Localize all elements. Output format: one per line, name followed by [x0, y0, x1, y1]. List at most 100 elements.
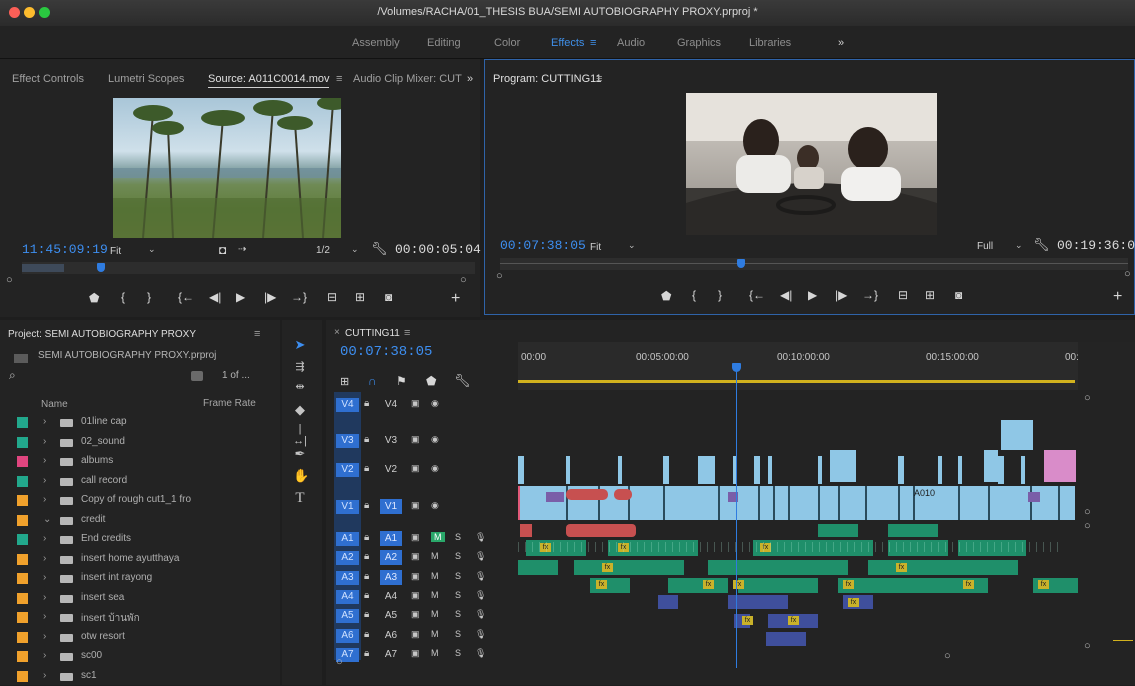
search-icon[interactable]: ⌕ — [9, 368, 16, 383]
clip-v1-cut[interactable] — [773, 486, 775, 520]
clip-v2[interactable] — [518, 456, 524, 484]
sequence-tab-menu-icon[interactable]: ≡ — [404, 327, 410, 339]
clip-a1-red[interactable] — [520, 524, 532, 537]
label-color-swatch[interactable] — [17, 651, 28, 662]
workspace-libraries[interactable]: Libraries — [749, 37, 791, 49]
mute-button[interactable]: M — [431, 551, 439, 561]
clip-v2[interactable] — [938, 456, 942, 484]
waveform-line[interactable] — [700, 542, 701, 552]
clip-a3[interactable] — [518, 560, 558, 575]
waveform-line[interactable] — [637, 542, 638, 552]
waveform-line[interactable] — [609, 542, 610, 552]
waveform-line[interactable] — [945, 542, 946, 552]
ripple-edit-tool-icon[interactable]: ⇹ — [293, 380, 307, 393]
film-toggle-icon[interactable]: ▣ — [411, 463, 420, 474]
clip-a2[interactable] — [753, 540, 873, 556]
disclosure-closed-icon[interactable]: › — [43, 416, 46, 427]
track-target-v4[interactable]: V4 — [336, 398, 359, 412]
sync-lock-icon[interactable]: ▣ — [411, 609, 420, 620]
waveform-line[interactable] — [616, 542, 617, 552]
timeline-audio-zoom-handle-icon[interactable]: ○ — [1084, 640, 1091, 652]
slip-tool-icon[interactable]: |↔| — [293, 423, 307, 447]
column-frame-rate-header[interactable]: Frame Rate — [203, 398, 256, 409]
lock-icon[interactable]: 🔒︎ — [364, 463, 369, 474]
source-resolution-select[interactable]: 1/2 — [316, 245, 330, 256]
waveform-line[interactable] — [847, 542, 848, 552]
waveform-line[interactable] — [679, 542, 680, 552]
waveform-line[interactable] — [980, 542, 981, 552]
sync-lock-icon[interactable]: ▣ — [411, 590, 420, 601]
project-bin-row[interactable]: › End credits — [0, 530, 280, 549]
mute-button[interactable]: M — [431, 629, 439, 639]
waveform-line[interactable] — [973, 542, 974, 552]
source-patch-a3[interactable]: A3 — [380, 569, 402, 585]
timeline-playhead[interactable] — [732, 363, 741, 372]
play-icon[interactable]: ▶ — [236, 290, 245, 304]
label-color-swatch[interactable] — [17, 553, 28, 565]
add-marker-icon[interactable]: ⬟ — [89, 291, 99, 305]
waveform-line[interactable] — [959, 542, 960, 552]
waveform-line[interactable] — [854, 542, 855, 552]
waveform-line[interactable] — [1022, 542, 1023, 552]
label-color-swatch[interactable] — [17, 436, 28, 448]
clip-v2[interactable] — [1021, 456, 1025, 484]
source-timecode[interactable]: 11:45:09:19 — [22, 242, 108, 257]
clip-v1-marker[interactable] — [518, 486, 520, 520]
waveform-line[interactable] — [1029, 542, 1030, 552]
waveform-line[interactable] — [581, 542, 582, 552]
waveform-line[interactable] — [623, 542, 624, 552]
source-patch-v2[interactable]: V2 — [380, 462, 402, 477]
lock-icon[interactable]: 🔒︎ — [364, 571, 369, 582]
lock-icon[interactable]: 🔒︎ — [364, 629, 369, 640]
project-bin-row[interactable]: › 01line cap — [0, 413, 280, 432]
waveform-line[interactable] — [882, 542, 883, 552]
microphone-icon[interactable]: 🎙︎ — [475, 629, 486, 640]
type-tool-icon[interactable]: T — [293, 490, 307, 507]
close-sequence-icon[interactable]: × — [334, 327, 340, 338]
workspace-graphics[interactable]: Graphics — [677, 37, 721, 49]
clip-a1-red[interactable] — [566, 524, 636, 537]
disclosure-closed-icon[interactable]: › — [43, 436, 46, 447]
waveform-line[interactable] — [1001, 542, 1002, 552]
clip-v1-red[interactable] — [614, 489, 632, 500]
clip-v2[interactable] — [618, 456, 622, 484]
project-bin-row[interactable]: › sc00 — [0, 647, 280, 666]
waveform-line[interactable] — [588, 542, 589, 552]
mute-button[interactable]: M — [431, 648, 439, 658]
disclosure-closed-icon[interactable]: › — [43, 533, 46, 544]
solo-button[interactable]: S — [455, 532, 461, 542]
extract-icon[interactable]: ⊞ — [925, 288, 935, 302]
waveform-line[interactable] — [798, 542, 799, 552]
waveform-line[interactable] — [518, 542, 519, 552]
program-add-button-icon[interactable]: + — [1113, 288, 1122, 306]
program-step-forward-icon[interactable]: |▶ — [835, 288, 847, 302]
solo-button[interactable]: S — [455, 629, 461, 639]
waveform-line[interactable] — [602, 542, 603, 552]
disclosure-closed-icon[interactable]: › — [43, 592, 46, 603]
label-color-swatch[interactable] — [17, 514, 28, 526]
timeline-h-zoom-right-icon[interactable]: ○ — [944, 650, 951, 662]
waveform-line[interactable] — [924, 542, 925, 552]
waveform-line[interactable] — [693, 542, 694, 552]
clip-v1-purple[interactable] — [1028, 492, 1040, 502]
sync-lock-icon[interactable]: ▣ — [411, 629, 420, 640]
clip-v1-cut[interactable] — [788, 486, 790, 520]
clip-v2[interactable] — [754, 456, 760, 484]
track-target-a6[interactable]: A6 — [336, 628, 359, 643]
source-playhead[interactable] — [97, 263, 105, 272]
waveform-line[interactable] — [805, 542, 806, 552]
waveform-line[interactable] — [721, 542, 722, 552]
mute-button[interactable]: M — [431, 571, 439, 581]
overwrite-icon[interactable]: ⊞ — [355, 290, 365, 304]
workspace-assembly[interactable]: Assembly — [352, 37, 400, 49]
waveform-line[interactable] — [595, 542, 596, 552]
waveform-line[interactable] — [819, 542, 820, 552]
clip-v2[interactable] — [768, 456, 772, 484]
track-target-v2[interactable]: V2 — [336, 463, 359, 477]
razor-tool-icon[interactable]: ◆ — [293, 402, 307, 418]
label-color-swatch[interactable] — [17, 495, 28, 506]
waveform-line[interactable] — [1036, 542, 1037, 552]
lock-icon[interactable]: 🔒︎ — [364, 609, 369, 620]
waveform-line[interactable] — [812, 542, 813, 552]
disclosure-open-icon[interactable]: ⌄ — [43, 514, 51, 525]
